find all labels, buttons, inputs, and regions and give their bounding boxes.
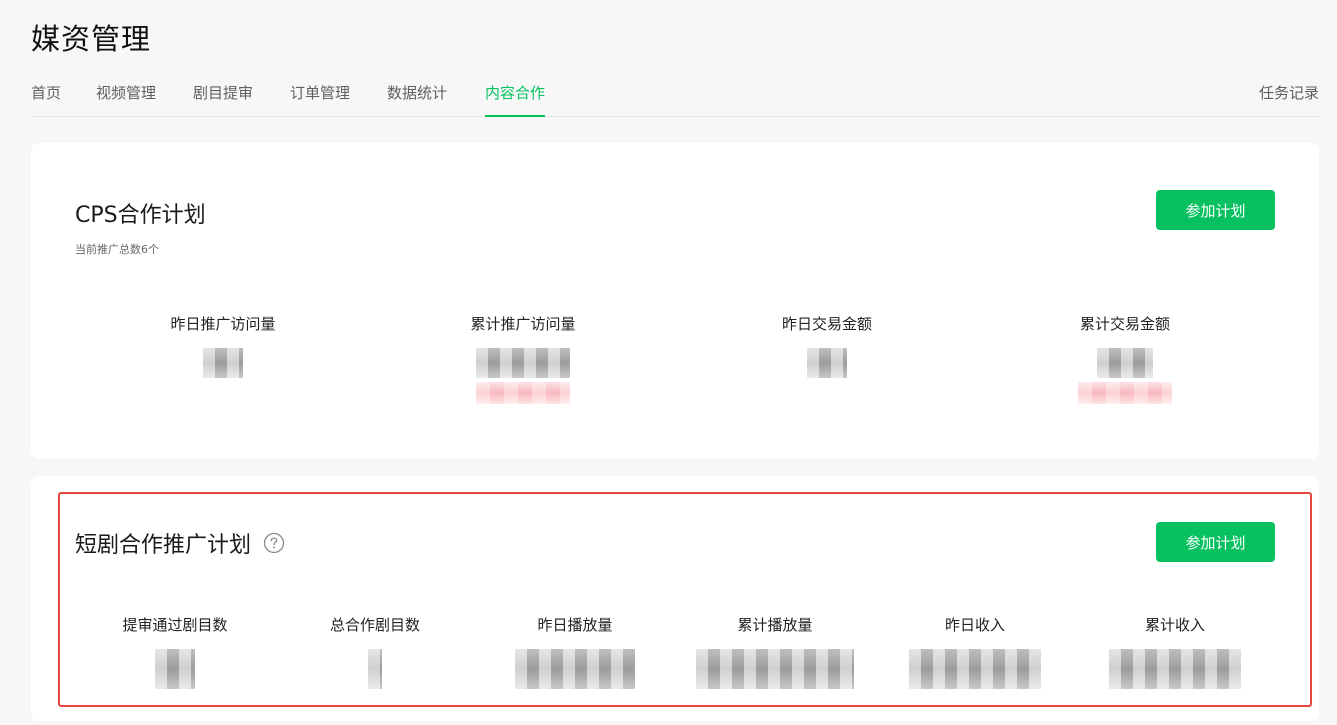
metric-value-redacted (368, 649, 382, 689)
metric-value-redacted (476, 348, 570, 378)
metric-value-redacted (1109, 649, 1241, 689)
metric-sub-value-redacted (476, 382, 570, 404)
metric-label: 昨日收入 (944, 616, 1005, 634)
metric-value-redacted (807, 348, 847, 378)
short-drama-join-plan-button[interactable]: 参加计划 (1156, 522, 1275, 562)
page-title: 媒资管理 (31, 22, 152, 56)
metric-yesterday-transaction-amount: 昨日交易金额 (747, 313, 907, 378)
metric-value-redacted (696, 649, 854, 689)
metric-total-transaction-amount: 累计交易金额 (1045, 313, 1205, 404)
metric-value-redacted (1097, 348, 1153, 378)
metric-label: 提审通过剧目数 (122, 616, 228, 634)
tab-drama-review[interactable]: 剧目提审 (193, 82, 253, 117)
nav-tabs: 首页 视频管理 剧目提审 订单管理 数据统计 内容合作 任务记录 (31, 82, 1319, 117)
metric-label: 累计推广访问量 (470, 315, 576, 333)
cps-plan-card: CPS合作计划 当前推广总数6个 参加计划 昨日推广访问量 累计推广访问量 昨日… (31, 143, 1319, 459)
metric-value-redacted (515, 649, 635, 689)
metric-total-play-count: 累计播放量 (695, 614, 855, 689)
task-record-link[interactable]: 任务记录 (1259, 82, 1319, 103)
cps-plan-title: CPS合作计划 (75, 203, 206, 228)
tab-content-cooperation[interactable]: 内容合作 (485, 82, 546, 117)
metric-label: 累计交易金额 (1079, 315, 1170, 333)
metric-label: 昨日交易金额 (781, 315, 872, 333)
tab-home[interactable]: 首页 (31, 82, 61, 117)
short-drama-plan-title-row: 短剧合作推广计划 (75, 527, 285, 559)
question-circle-icon[interactable] (263, 532, 285, 554)
metric-label: 昨日推广访问量 (170, 315, 276, 333)
metric-yesterday-play-count: 昨日播放量 (495, 614, 655, 689)
metric-sub-value-redacted (1078, 382, 1172, 404)
metric-label: 累计播放量 (737, 616, 813, 634)
metric-label: 总合作剧目数 (329, 616, 420, 634)
metric-yesterday-promo-visits: 昨日推广访问量 (143, 313, 303, 378)
cps-plan-subtitle: 当前推广总数6个 (75, 243, 159, 256)
metric-label: 昨日播放量 (537, 616, 613, 634)
metric-value-redacted (909, 649, 1041, 689)
tab-video-management[interactable]: 视频管理 (96, 82, 156, 117)
metric-label: 累计收入 (1144, 616, 1205, 634)
metric-total-promo-visits: 累计推广访问量 (443, 313, 603, 404)
metric-approved-drama-count: 提审通过剧目数 (95, 614, 255, 689)
metric-value-redacted (155, 649, 195, 689)
metric-yesterday-income: 昨日收入 (895, 614, 1055, 689)
metric-value-redacted (203, 348, 243, 378)
short-drama-plan-card: 短剧合作推广计划 参加计划 提审通过剧目数 总合作剧目数 昨日播放量 累计播放量… (31, 476, 1319, 721)
cps-join-plan-button[interactable]: 参加计划 (1156, 190, 1275, 230)
metric-total-income: 累计收入 (1095, 614, 1255, 689)
short-drama-plan-title: 短剧合作推广计划 (75, 533, 252, 558)
tab-order-management[interactable]: 订单管理 (290, 82, 350, 117)
tab-data-statistics[interactable]: 数据统计 (387, 82, 447, 117)
metric-total-cooperation-drama-count: 总合作剧目数 (295, 614, 455, 689)
